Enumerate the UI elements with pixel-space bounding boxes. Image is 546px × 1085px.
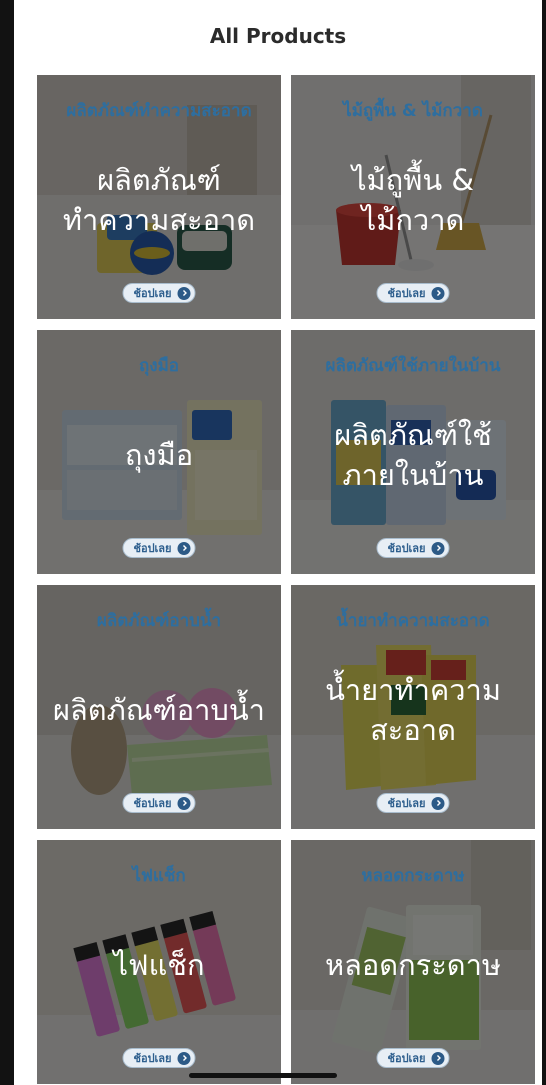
category-card-gloves[interactable]: ถุงมือ ถุงมือ ช้อปเลย [37, 330, 281, 574]
header: All Products [14, 0, 542, 72]
shop-now-label: ช้อปเลย [133, 797, 172, 810]
shop-now-label: ช้อปเลย [133, 1052, 172, 1065]
shop-now-button[interactable]: ช้อปเลย [122, 538, 196, 558]
shop-now-label: ช้อปเลย [133, 542, 172, 555]
chevron-right-circle-icon [177, 286, 191, 300]
chevron-right-circle-icon [431, 796, 445, 810]
shop-now-button[interactable]: ช้อปเลย [122, 793, 196, 813]
page-title: All Products [209, 24, 347, 48]
shop-now-label: ช้อปเลย [133, 287, 172, 300]
chevron-right-circle-icon [431, 286, 445, 300]
product-category-grid: ผลิตภัณฑ์ทำความสะอาด ผลิตภัณฑ์ ทำความสะอ… [37, 75, 535, 1084]
chevron-right-circle-icon [431, 541, 445, 555]
shop-now-button[interactable]: ช้อปเลย [376, 538, 450, 558]
shop-now-button[interactable]: ช้อปเลย [376, 793, 450, 813]
category-card-cleaning-products[interactable]: ผลิตภัณฑ์ทำความสะอาด ผลิตภัณฑ์ ทำความสะอ… [37, 75, 281, 319]
category-card-household-products[interactable]: ผลิตภัณฑ์ใช้ภายในบ้าน ผลิตภัณฑ์ใช้ ภายใน… [291, 330, 535, 574]
shop-now-button[interactable]: ช้อปเลย [376, 283, 450, 303]
app-screen: All Products ผลิตภัณฑ์ทำความสะอาด ผลิตภั… [14, 0, 542, 1085]
category-card-mops-brooms[interactable]: ไม้ถูพื้น & ไม้กวาด ไม้ถูพื้น & ไม้กวาด … [291, 75, 535, 319]
chevron-right-circle-icon [177, 541, 191, 555]
shop-now-label: ช้อปเลย [387, 1052, 426, 1065]
category-card-bath-products[interactable]: ผลิตภัณฑ์อาบน้ำ ผลิตภัณฑ์อาบน้ำ ช้อปเลย [37, 585, 281, 829]
chevron-right-circle-icon [431, 1051, 445, 1065]
shop-now-label: ช้อปเลย [387, 287, 426, 300]
category-card-paper-straws[interactable]: หลอดกระดาษ หลอดกระดาษ ช้อปเลย [291, 840, 535, 1084]
shop-now-label: ช้อปเลย [387, 797, 426, 810]
home-indicator-bar[interactable] [189, 1073, 337, 1078]
shop-now-button[interactable]: ช้อปเลย [122, 1048, 196, 1068]
category-card-cleaning-liquid[interactable]: น้ำยาทำความสะอาด น้ำยาทำความ สะอาด ช้อปเ… [291, 585, 535, 829]
category-card-lighters[interactable]: ไฟแช็ก ไฟแช็ก ช้อปเลย [37, 840, 281, 1084]
chevron-right-circle-icon [177, 796, 191, 810]
chevron-right-circle-icon [177, 1051, 191, 1065]
shop-now-button[interactable]: ช้อปเลย [122, 283, 196, 303]
shop-now-label: ช้อปเลย [387, 542, 426, 555]
shop-now-button[interactable]: ช้อปเลย [376, 1048, 450, 1068]
